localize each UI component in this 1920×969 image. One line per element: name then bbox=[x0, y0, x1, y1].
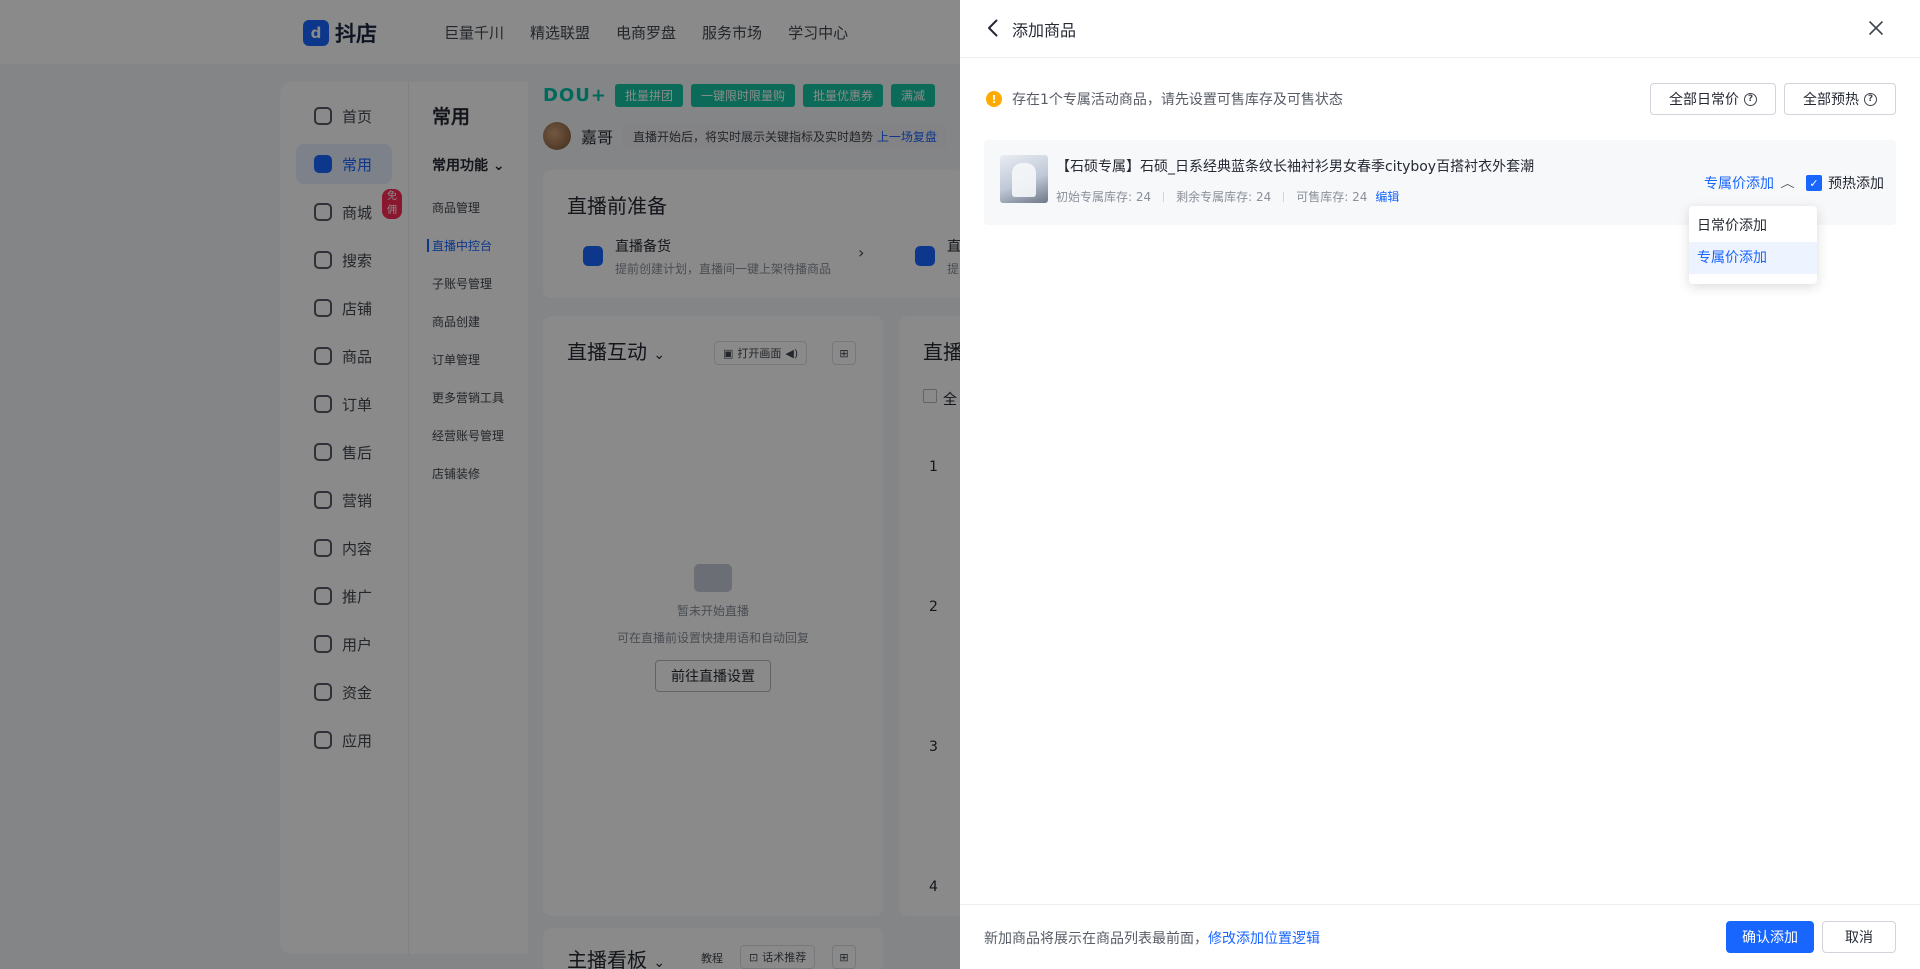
drawer-title: 添加商品 bbox=[1012, 21, 1077, 40]
remaining-stock: 剩余专属库存: 24 bbox=[1176, 190, 1272, 204]
help-icon[interactable]: ? bbox=[1864, 92, 1877, 106]
warning-icon: ! bbox=[986, 91, 1002, 107]
all-daily-price-label: 全部日常价 bbox=[1669, 92, 1739, 108]
divider bbox=[1163, 191, 1165, 202]
product-title: 【石硕专属】石硕_日系经典蓝条纹长袖衬衫男女春季cityboy百搭衬衣外套潮 bbox=[1056, 159, 1535, 175]
cancel-button[interactable]: 取消 bbox=[1822, 921, 1896, 953]
edit-stock-link[interactable]: 编辑 bbox=[1375, 188, 1399, 205]
chevron-up-icon: ︿ bbox=[1780, 177, 1795, 190]
sellable-stock: 可售库存: 24 bbox=[1296, 190, 1368, 204]
add-mode-value: 专属价添加 bbox=[1704, 176, 1774, 192]
initial-stock: 初始专属库存: 24 bbox=[1056, 190, 1152, 204]
add-product-drawer: 添加商品 ! 存在1个专属活动商品，请先设置可售库存及可售状态 全部日常价 ? … bbox=[960, 0, 1920, 969]
back-arrow-icon[interactable] bbox=[982, 17, 1002, 39]
close-icon[interactable] bbox=[1864, 16, 1888, 40]
warning-notice: ! 存在1个专属活动商品，请先设置可售库存及可售状态 bbox=[986, 89, 1343, 109]
footer-note: 新加商品将展示在商品列表最前面，修改添加位置逻辑 bbox=[984, 928, 1320, 948]
help-icon[interactable]: ? bbox=[1744, 92, 1757, 106]
divider bbox=[1283, 191, 1285, 202]
all-preheat-label: 全部预热 bbox=[1803, 92, 1859, 108]
preheat-checkbox[interactable]: ✓ 预热添加 bbox=[1806, 173, 1884, 193]
footer-note-text: 新加商品将展示在商品列表最前面， bbox=[984, 931, 1208, 947]
dropdown-option-daily-price[interactable]: 日常价添加 bbox=[1689, 210, 1817, 242]
warning-text: 存在1个专属活动商品，请先设置可售库存及可售状态 bbox=[1012, 92, 1343, 108]
add-mode-dropdown[interactable]: 专属价添加 ︿ bbox=[1704, 173, 1795, 193]
stock-info: 初始专属库存: 24 剩余专属库存: 24 可售库存: 24 编辑 bbox=[1056, 188, 1399, 205]
checkmark-icon[interactable]: ✓ bbox=[1806, 175, 1822, 191]
drawer-header: 添加商品 bbox=[960, 0, 1920, 58]
confirm-add-button[interactable]: 确认添加 bbox=[1726, 921, 1814, 953]
product-thumbnail bbox=[1000, 155, 1048, 203]
all-preheat-button[interactable]: 全部预热 ? bbox=[1784, 83, 1896, 115]
dropdown-option-exclusive-price[interactable]: 专属价添加 bbox=[1689, 242, 1817, 274]
preheat-label: 预热添加 bbox=[1828, 176, 1884, 192]
all-daily-price-button[interactable]: 全部日常价 ? bbox=[1650, 83, 1776, 115]
modify-position-link[interactable]: 修改添加位置逻辑 bbox=[1208, 931, 1320, 947]
drawer-footer: 新加商品将展示在商品列表最前面，修改添加位置逻辑 确认添加 取消 bbox=[960, 904, 1920, 969]
add-mode-dropdown-menu: 日常价添加 专属价添加 bbox=[1689, 206, 1817, 284]
